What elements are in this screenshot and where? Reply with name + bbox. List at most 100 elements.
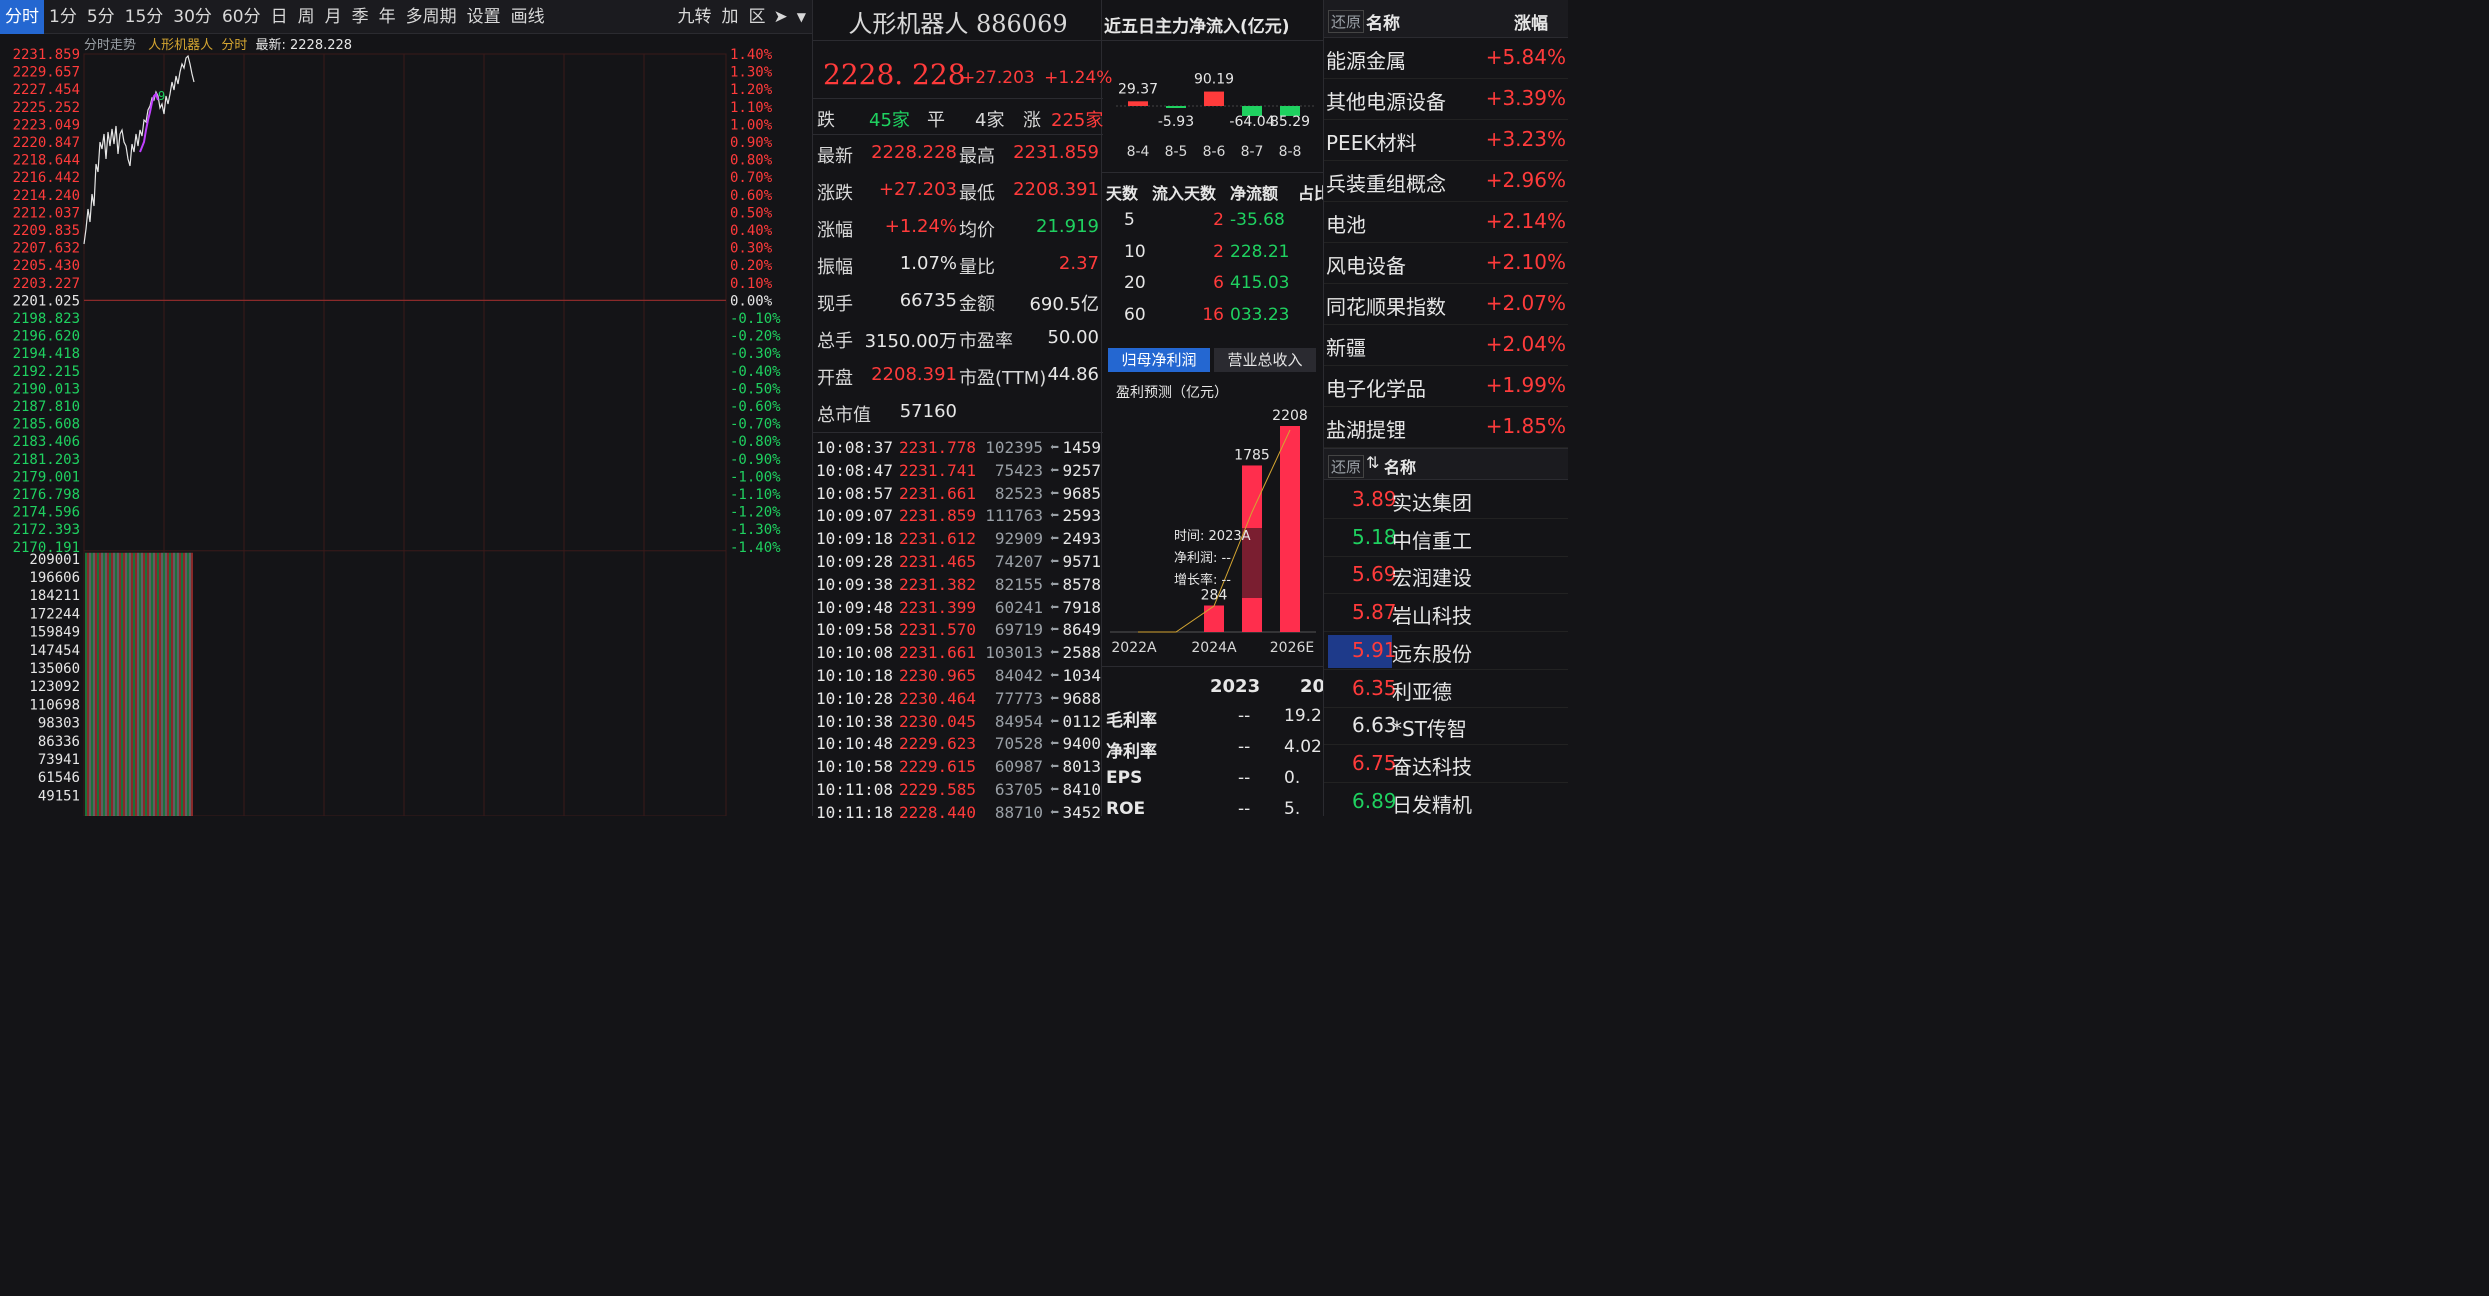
tab-5min[interactable]: 5分 bbox=[82, 0, 120, 34]
tick-row[interactable]: 10:08:47 2231.741 75423 ⬅ 9257 bbox=[813, 461, 1103, 483]
tab-year[interactable]: 年 bbox=[374, 0, 401, 34]
price-tick-label: 2231.859 bbox=[13, 47, 80, 63]
tick-row[interactable]: 10:11:08 2229.585 63705 ⬅ 8410 bbox=[813, 780, 1103, 802]
sector-name-header[interactable]: 名称 bbox=[1366, 9, 1400, 34]
tab-intraday[interactable]: 分时 bbox=[0, 0, 44, 34]
tick-row[interactable]: 10:10:28 2230.464 77773 ⬅ 9688 bbox=[813, 689, 1103, 711]
flow-date-label: 8-4 bbox=[1127, 144, 1150, 160]
add-button[interactable]: 加 bbox=[717, 0, 744, 34]
sector-row[interactable]: 盐湖提锂 +1.85% bbox=[1324, 407, 1568, 448]
price-tick-label: 2196.620 bbox=[13, 329, 80, 345]
tick-time: 10:11:08 bbox=[816, 780, 894, 799]
flow-bar-label: 85.29 bbox=[1270, 114, 1310, 130]
constituent-row[interactable]: 6.35 利亚德 bbox=[1324, 671, 1568, 708]
intraday-chart[interactable]: 2231.859 1.40% 2229.657 1.30% 2227.454 1.20% 2… bbox=[0, 34, 812, 817]
tab-quarter[interactable]: 季 bbox=[347, 0, 374, 34]
tick-time: 10:10:48 bbox=[816, 734, 894, 754]
arrow-left-icon: ⬅ bbox=[1049, 757, 1059, 776]
intraday-chart-svg[interactable]: 2231.859 1.40% 2229.657 1.30% 2227.454 1.20% 2… bbox=[0, 34, 812, 817]
tab-net-profit[interactable]: 归母净利润 bbox=[1108, 348, 1210, 372]
tick-row[interactable]: 10:11:18 2228.440 88710 ⬅ 3452 bbox=[813, 803, 1103, 825]
constituent-row[interactable]: 6.63 *ST传智 bbox=[1324, 708, 1568, 746]
tab-30min[interactable]: 30分 bbox=[168, 0, 217, 34]
volume-tick-label: 184211 bbox=[29, 588, 80, 604]
constituent-row[interactable]: 5.18 中信重工 bbox=[1324, 520, 1568, 557]
pct-tick-label: -0.10% bbox=[730, 311, 781, 327]
price-tick-label: 2176.798 bbox=[13, 487, 80, 503]
flow-bar bbox=[1204, 91, 1224, 106]
tick-row[interactable]: 10:09:28 2231.465 74207 ⬅ 9571 bbox=[813, 552, 1103, 574]
tick-volume: 77773 bbox=[994, 688, 1043, 708]
tick-row[interactable]: 10:09:07 2231.859 111763 ⬅ 2593 bbox=[813, 506, 1103, 528]
nine-turn-button[interactable]: 九转 bbox=[673, 0, 717, 34]
price-tick-label: 2201.025 bbox=[13, 293, 80, 309]
sector-row[interactable]: 电池 +2.14% bbox=[1324, 202, 1568, 243]
tick-row[interactable]: 10:10:48 2229.623 70528 ⬅ 9400 bbox=[813, 734, 1103, 756]
triangle-down-icon[interactable]: ▼ bbox=[791, 0, 812, 34]
sector-row[interactable]: 电子化学品 +1.99% bbox=[1324, 366, 1568, 407]
tick-row[interactable]: 10:10:08 2231.661 103013 ⬅ 2588 bbox=[813, 643, 1103, 665]
constituent-row[interactable]: 5.69 宏润建设 bbox=[1324, 557, 1568, 595]
volume-tick-label: 61546 bbox=[38, 770, 80, 786]
tick-row[interactable]: 10:09:18 2231.612 92909 ⬅ 2493 bbox=[813, 529, 1103, 551]
breadth-up-label: 涨 bbox=[1023, 110, 1041, 131]
flow-days: 10 bbox=[1124, 241, 1146, 262]
pct-tick-label: 0.10% bbox=[730, 276, 773, 292]
draw-line-button[interactable]: 画线 bbox=[506, 0, 550, 34]
constituent-row[interactable]: 6.75 奋达科技 bbox=[1324, 746, 1568, 783]
sector-row[interactable]: 风电设备 +2.10% bbox=[1324, 243, 1568, 284]
sector-row[interactable]: 同花顺果指数 +2.07% bbox=[1324, 284, 1568, 325]
constituent-row[interactable]: 5.91 远东股份 bbox=[1324, 633, 1568, 670]
quote-label: 现手 bbox=[817, 294, 853, 315]
settings-button[interactable]: 设置 bbox=[462, 0, 506, 34]
tab-multi-period[interactable]: 多周期 bbox=[401, 0, 462, 34]
sector-name: 同花顺果指数 bbox=[1326, 295, 1446, 319]
tab-day[interactable]: 日 bbox=[266, 0, 293, 34]
tick-row[interactable]: 10:10:38 2230.045 84954 ⬅ 0112 bbox=[813, 712, 1103, 734]
tick-row[interactable]: 10:09:48 2231.399 60241 ⬅ 7918 bbox=[813, 598, 1103, 620]
tab-1min[interactable]: 1分 bbox=[44, 0, 82, 34]
tick-row[interactable]: 10:10:58 2229.615 60987 ⬅ 8013 bbox=[813, 757, 1103, 779]
tab-revenue[interactable]: 营业总收入 bbox=[1214, 348, 1316, 372]
sort-updown-icon[interactable]: ⇅ bbox=[1366, 453, 1379, 472]
financial-row: 净利率 -- 4.02 bbox=[1102, 737, 1323, 763]
sector-name: 其他电源设备 bbox=[1326, 90, 1446, 114]
tab-week[interactable]: 周 bbox=[293, 0, 320, 34]
arrow-right-icon[interactable]: ➤ bbox=[771, 0, 791, 34]
quote-value: 66735 bbox=[899, 290, 957, 311]
price-tick-label: 2229.657 bbox=[13, 65, 80, 81]
forecast-bar[interactable] bbox=[1204, 605, 1224, 632]
sector-row[interactable]: 能源金属 +5.84% bbox=[1324, 38, 1568, 79]
constituent-row[interactable]: 6.89 日发精机 bbox=[1324, 784, 1568, 816]
tick-time: 10:08:57 bbox=[816, 483, 894, 503]
tab-60min[interactable]: 60分 bbox=[217, 0, 266, 34]
sector-row[interactable]: 新疆 +2.04% bbox=[1324, 325, 1568, 366]
flow-title: 近五日主力净流入(亿元) bbox=[1104, 17, 1290, 37]
constituent-name: 宏润建设 bbox=[1392, 566, 1472, 591]
quote-value: 1.07% bbox=[899, 253, 957, 274]
restore-button[interactable]: 还原 bbox=[1328, 10, 1365, 33]
sector-row[interactable]: 其他电源设备 +3.39% bbox=[1324, 79, 1568, 120]
tick-row[interactable]: 10:08:37 2231.778 102395 ⬅ 1459 bbox=[813, 438, 1103, 460]
tick-row[interactable]: 10:09:58 2231.570 69719 ⬅ 8649 bbox=[813, 620, 1103, 642]
tick-row[interactable]: 10:10:18 2230.965 84042 ⬅ 1034 bbox=[813, 666, 1103, 688]
range-button[interactable]: 区 bbox=[744, 0, 771, 34]
constituent-name-header[interactable]: 名称 bbox=[1384, 454, 1416, 478]
flow-net-amount: 228.21 bbox=[1230, 241, 1290, 262]
tick-row[interactable]: 10:09:38 2231.382 82155 ⬅ 8578 bbox=[813, 575, 1103, 597]
tab-month[interactable]: 月 bbox=[320, 0, 347, 34]
flow-bar-label: 90.19 bbox=[1194, 72, 1234, 88]
tab-15min[interactable]: 15分 bbox=[120, 0, 169, 34]
forecast-bar[interactable] bbox=[1280, 426, 1300, 632]
constituent-row[interactable]: 5.87 岩山科技 bbox=[1324, 595, 1568, 633]
flow-days: 60 bbox=[1124, 304, 1146, 325]
sector-row[interactable]: PEEK材料 +3.23% bbox=[1324, 120, 1568, 161]
sector-change-header[interactable]: 涨幅 bbox=[1514, 9, 1548, 34]
pct-tick-label: -0.60% bbox=[730, 399, 781, 415]
flow-days: 5 bbox=[1124, 210, 1135, 230]
constituent-restore-button[interactable]: 还原 bbox=[1328, 455, 1365, 478]
sector-row[interactable]: 兵装重组概念 +2.96% bbox=[1324, 161, 1568, 202]
tick-row[interactable]: 10:08:57 2231.661 82523 ⬅ 9685 bbox=[813, 484, 1103, 506]
constituent-row[interactable]: 3.89 实达集团 bbox=[1324, 482, 1568, 519]
pct-tick-label: -0.50% bbox=[730, 381, 781, 397]
